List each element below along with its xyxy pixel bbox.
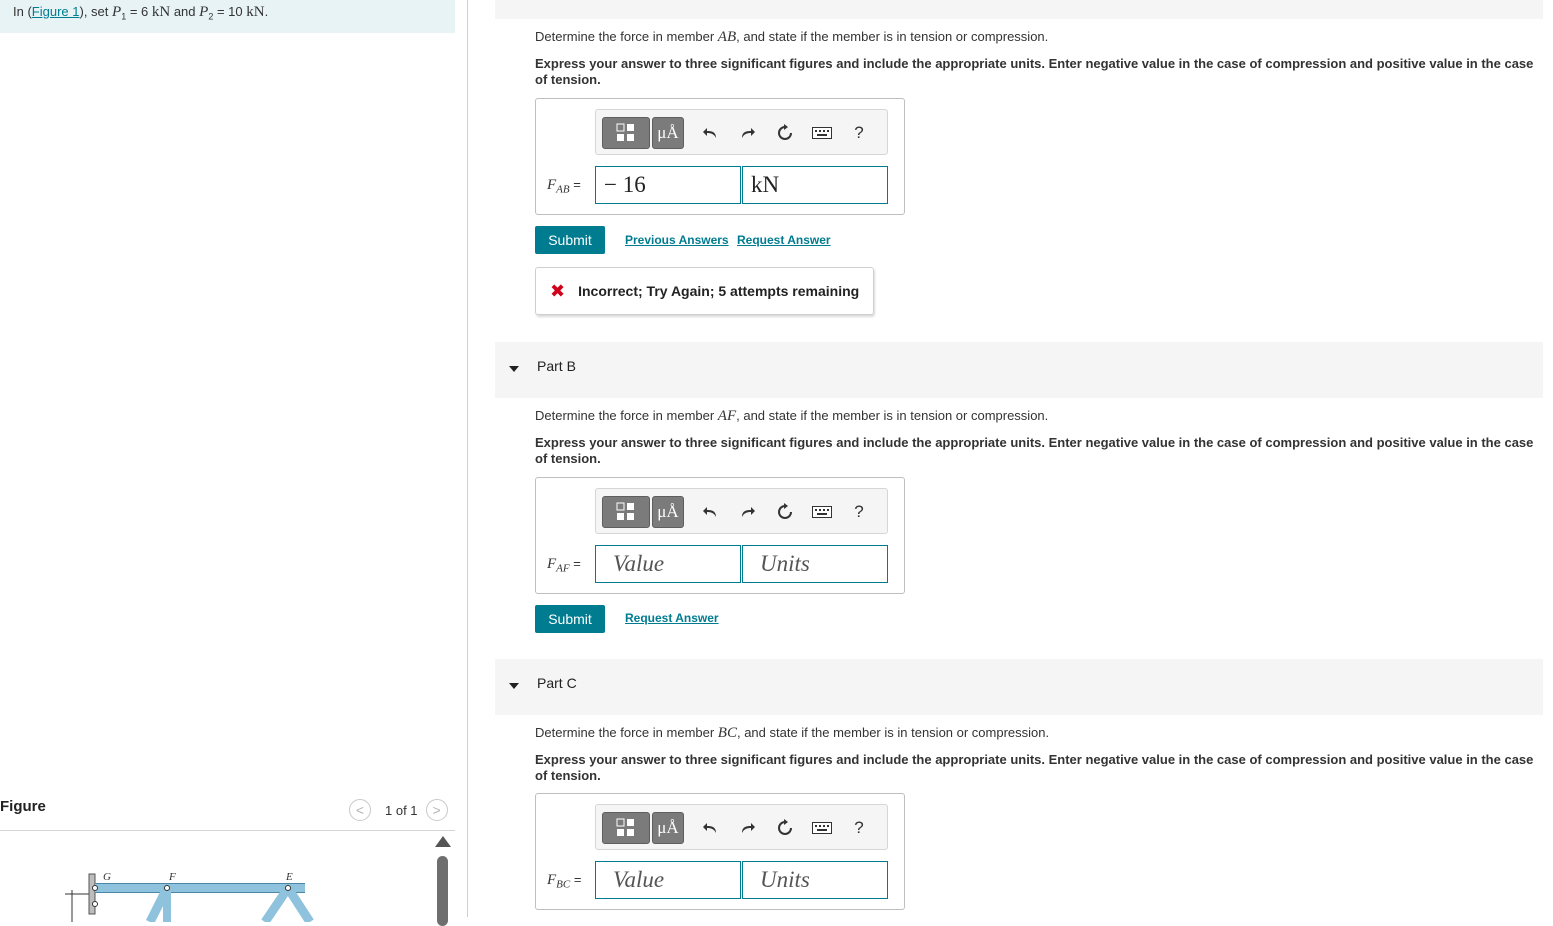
part-c-header[interactable]: Part C <box>495 659 1543 715</box>
templates-icon[interactable] <box>602 496 650 528</box>
redo-icon[interactable] <box>736 122 758 144</box>
figure-heading: Figure <box>0 798 46 815</box>
undo-icon[interactable] <box>700 817 722 839</box>
part-a-question: Determine the force in member AB, and st… <box>535 29 1049 45</box>
undo-icon[interactable] <box>700 501 722 523</box>
truss-figure: G F E <box>65 871 314 922</box>
caret-down-icon <box>509 366 519 372</box>
part-b-request-answer-link[interactable]: Request Answer <box>625 611 719 625</box>
templates-icon[interactable] <box>602 812 650 844</box>
chevron-right-icon[interactable]: > <box>425 799 448 821</box>
part-a-units-input[interactable]: kN <box>742 166 888 204</box>
caret-down-icon <box>509 683 519 689</box>
reset-icon[interactable] <box>774 122 796 144</box>
help-icon[interactable]: ? <box>848 501 870 523</box>
redo-icon[interactable] <box>736 817 758 839</box>
help-icon[interactable]: ? <box>848 817 870 839</box>
part-c-question: Determine the force in member BC, and st… <box>535 725 1050 741</box>
part-b-units-input[interactable]: Units <box>742 545 888 583</box>
figure-link[interactable]: Figure 1 <box>32 4 80 19</box>
pin-g <box>92 885 98 891</box>
previous-answers-link[interactable]: Previous Answers <box>625 233 729 247</box>
units-icon[interactable]: μÅ <box>652 496 684 528</box>
part-b-value-input[interactable]: Value <box>595 545 741 583</box>
keyboard-icon[interactable] <box>811 501 833 523</box>
keyboard-icon[interactable] <box>811 122 833 144</box>
incorrect-icon: ✖ <box>550 280 566 301</box>
part-a-feedback: ✖ Incorrect; Try Again; 5 attempts remai… <box>535 267 874 315</box>
figure-divider <box>0 830 455 831</box>
part-a-variable-label: FAB = <box>547 177 581 196</box>
part-c-instructions: Express your answer to three significant… <box>535 752 1534 783</box>
part-c-answer-box: μÅ ? FBC = Value Units <box>535 793 905 910</box>
scrollbar-thumb[interactable] <box>437 856 448 926</box>
figure-pager: < 1 of 1 > <box>349 798 448 822</box>
part-b-toolbar: μÅ ? <box>595 488 888 534</box>
left-panel: In (Figure 1), set P1 = 6 kN and P2 = 10… <box>0 0 467 926</box>
pin-f <box>164 885 170 891</box>
problem-parts: Determine the force in member AB, and st… <box>495 0 1543 917</box>
part-a-value-input[interactable]: − 16 <box>595 166 741 204</box>
part-b-instructions: Express your answer to three significant… <box>535 435 1534 466</box>
node-label-f: F <box>168 871 176 883</box>
units-icon[interactable]: μÅ <box>652 117 684 149</box>
part-b-answer-box: μÅ ? FAF = Value Units <box>535 477 905 594</box>
reset-icon[interactable] <box>774 501 796 523</box>
panel-divider <box>467 0 468 917</box>
wall-support <box>88 873 96 915</box>
node-label-e: E <box>285 871 293 883</box>
part-a-toolbar: μÅ ? <box>595 109 888 155</box>
part-c-units-input[interactable]: Units <box>742 861 888 899</box>
part-b-header[interactable]: Part B <box>495 342 1543 398</box>
scroll-up-icon[interactable] <box>435 836 451 847</box>
node-label-g: G <box>103 871 111 883</box>
problem-intro: In (Figure 1), set P1 = 6 kN and P2 = 10… <box>0 0 455 33</box>
templates-icon[interactable] <box>602 117 650 149</box>
part-b-question: Determine the force in member AF, and st… <box>535 408 1049 424</box>
part-c-value-input[interactable]: Value <box>595 861 741 899</box>
part-c-title: Part C <box>537 675 577 691</box>
undo-icon[interactable] <box>700 122 722 144</box>
pin-g-lower <box>92 901 98 907</box>
redo-icon[interactable] <box>736 501 758 523</box>
part-c-toolbar: μÅ ? <box>595 804 888 850</box>
part-a-submit-button[interactable]: Submit <box>535 226 605 254</box>
pin-e <box>285 885 291 891</box>
chevron-left-icon[interactable]: < <box>349 799 371 821</box>
units-icon[interactable]: μÅ <box>652 812 684 844</box>
part-a-header-band <box>495 0 1543 19</box>
part-a-instructions: Express your answer to three significant… <box>535 56 1534 87</box>
part-b-title: Part B <box>537 358 576 374</box>
part-a-answer-box: μÅ ? FAB = − 16 kN <box>535 98 905 215</box>
figure-count: 1 of 1 <box>385 802 418 818</box>
reset-icon[interactable] <box>774 817 796 839</box>
part-c-variable-label: FBC = <box>547 872 582 891</box>
help-icon[interactable]: ? <box>848 122 870 144</box>
part-a-request-answer-link[interactable]: Request Answer <box>737 233 831 247</box>
part-b-variable-label: FAF = <box>547 556 581 575</box>
part-b-submit-button[interactable]: Submit <box>535 605 605 633</box>
keyboard-icon[interactable] <box>811 817 833 839</box>
